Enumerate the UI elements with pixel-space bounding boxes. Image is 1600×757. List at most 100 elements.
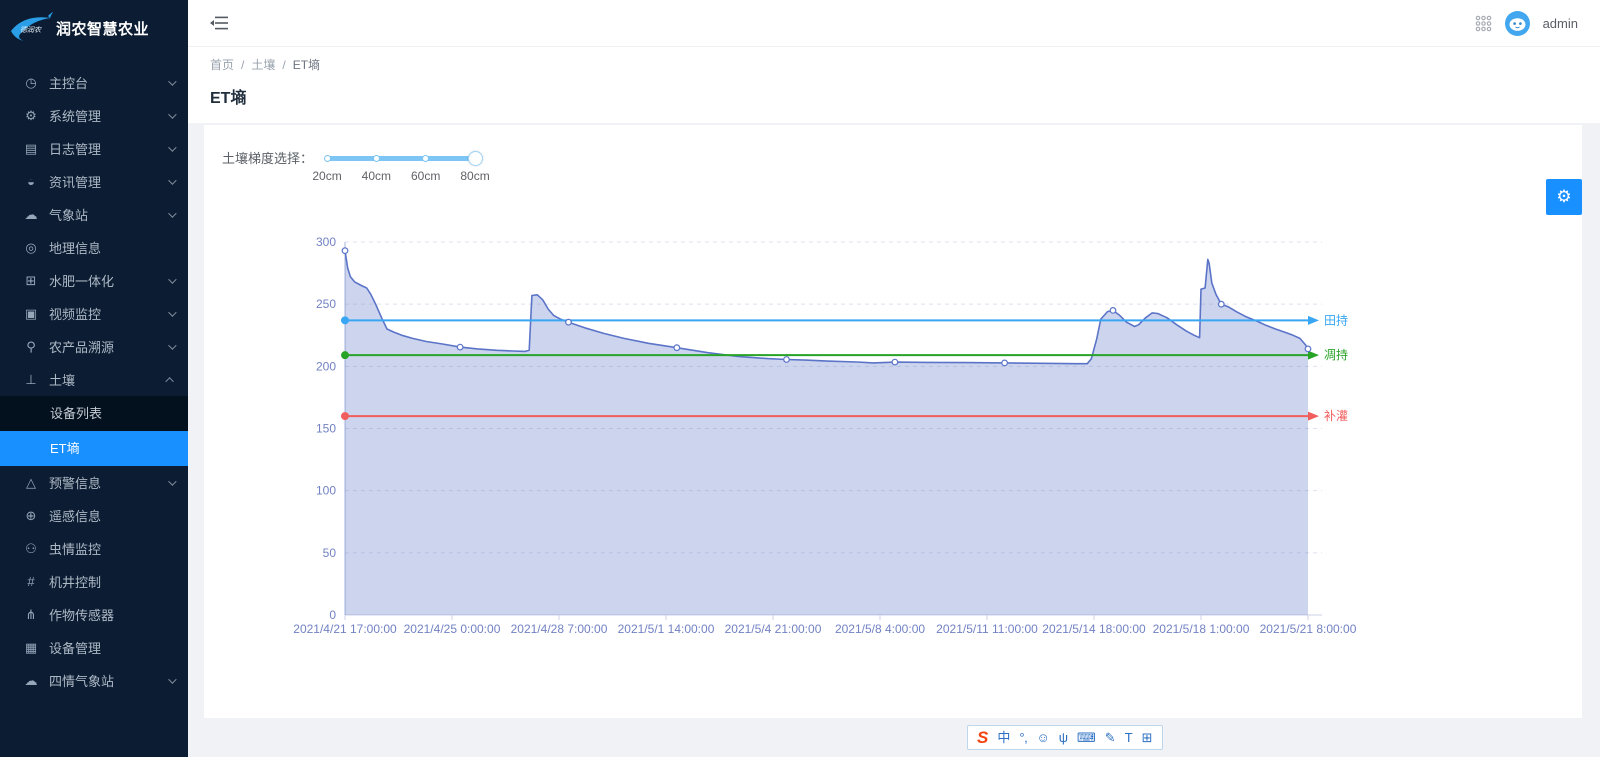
sidebar-item-9[interactable]: ⊥ 土壤	[0, 363, 188, 396]
pest-monitor-icon: ⚇	[23, 541, 39, 557]
slider-stop[interactable]	[373, 155, 380, 162]
sogou-logo-icon[interactable]: S	[977, 729, 988, 746]
svg-text:2021/5/14 18:00:00: 2021/5/14 18:00:00	[1042, 622, 1146, 636]
top-header: admin	[188, 0, 1600, 47]
sidebar-item-3[interactable]: ◒ 资讯管理	[0, 165, 188, 198]
svg-text:补灌: 补灌	[1324, 409, 1348, 423]
svg-text:100: 100	[316, 484, 336, 498]
sidebar-item-label: 视频监控	[49, 304, 168, 323]
chevron-down-icon	[168, 341, 176, 349]
sidebar-item-16[interactable]: ☁ 四情气象站	[0, 664, 188, 697]
settings-gear-button[interactable]: ⚙	[1546, 179, 1582, 215]
chevron-down-icon	[168, 143, 176, 151]
svg-text:田持: 田持	[1324, 312, 1348, 327]
warning-icon: △	[23, 475, 39, 491]
svg-text:2021/4/28 7:00:00: 2021/4/28 7:00:00	[511, 622, 608, 636]
slider-mark-label: 40cm	[354, 169, 398, 183]
device-manage-icon: ▦	[23, 640, 39, 656]
sidebar-item-5[interactable]: ◎地理信息	[0, 231, 188, 264]
sidebar-item-label: 四情气象站	[49, 671, 168, 690]
geo-info-icon: ◎	[23, 240, 39, 256]
svg-text:2021/5/21 8:00:00: 2021/5/21 8:00:00	[1260, 622, 1357, 636]
soil-depth-slider[interactable]: 20cm40cm60cm80cm	[327, 156, 475, 196]
breadcrumb-item-0[interactable]: 首页	[210, 56, 234, 73]
soil-depth-control: 土壤梯度选择： 20cm40cm60cm80cm	[222, 151, 475, 196]
chevron-down-icon	[168, 110, 176, 118]
sidebar-item-13[interactable]: #机井控制	[0, 565, 188, 598]
slider-handle[interactable]	[468, 151, 483, 166]
sidebar-item-7[interactable]: ▣视频监控	[0, 297, 188, 330]
well-control-icon: #	[23, 574, 39, 589]
emoji-icon[interactable]: ☺	[1036, 731, 1049, 744]
skin-icon[interactable]: T	[1125, 731, 1133, 744]
breadcrumb-item-1[interactable]: 土壤	[251, 56, 275, 73]
slider-label: 土壤梯度选择：	[222, 151, 313, 167]
sidebar-item-0[interactable]: ◷主控台	[0, 66, 188, 99]
keyboard-icon[interactable]: ⌨	[1077, 731, 1096, 744]
content-card: 0501001502002503002021/4/21 17:00:002021…	[204, 125, 1582, 718]
sidebar-item-1[interactable]: ⚙系统管理	[0, 99, 188, 132]
toolbox-icon[interactable]: ⊞	[1142, 731, 1153, 744]
sidebar-item-4[interactable]: ☁气象站	[0, 198, 188, 231]
chevron-down-icon	[168, 176, 176, 184]
sidebar-subitem-设备列表[interactable]: 设备列表	[0, 396, 188, 431]
sidebar-item-6[interactable]: ⊞水肥一体化	[0, 264, 188, 297]
sidebar-menu: ◷主控台⚙系统管理 ▤ 日志管理 ◒ 资讯管理 ☁气象站◎地理信息⊞水肥一体化▣视频监控⚲…	[0, 56, 188, 697]
breadcrumb-separator: /	[241, 58, 244, 72]
sidebar-item-label: 主控台	[49, 73, 168, 92]
voice-icon[interactable]: ψ	[1059, 731, 1068, 744]
handwriting-icon[interactable]: ✎	[1105, 731, 1116, 744]
sidebar-item-label: 资讯管理	[49, 172, 168, 191]
et-chart: 0501001502002503002021/4/21 17:00:002021…	[204, 125, 1582, 718]
breadcrumb-section: 首页/土壤/ET墒 ET墒	[188, 47, 1600, 123]
sidebar-item-11[interactable]: ⊕遥感信息	[0, 499, 188, 532]
sidebar-item-10[interactable]: △预警信息	[0, 466, 188, 499]
slider-track[interactable]	[327, 156, 475, 161]
svg-text:德润农: 德润农	[20, 26, 42, 34]
slider-mark-label: 60cm	[404, 169, 448, 183]
apps-grid-icon[interactable]	[1475, 15, 1492, 32]
sidebar-item-label: 农产品溯源	[49, 337, 168, 356]
sidebar-item-2[interactable]: ▤ 日志管理	[0, 132, 188, 165]
sidebar-item-label: 系统管理	[49, 106, 168, 125]
avatar[interactable]	[1505, 11, 1530, 36]
four-weather-icon: ☁	[23, 673, 39, 689]
chevron-down-icon	[168, 477, 176, 485]
svg-text:2021/4/25 0:00:00: 2021/4/25 0:00:00	[404, 622, 501, 636]
sidebar-subitem-ET墒[interactable]: ET墒	[0, 431, 188, 466]
slider-stop[interactable]	[324, 155, 331, 162]
sidebar-item-label: 虫情监控	[49, 539, 174, 558]
weather-station-icon: ☁	[23, 207, 39, 223]
soil-icon: ⊥	[23, 372, 39, 388]
svg-text:2021/4/21 17:00:00: 2021/4/21 17:00:00	[293, 622, 397, 636]
chevron-down-icon	[168, 209, 176, 217]
slider-mark-label: 20cm	[305, 169, 349, 183]
logo-swoosh-icon: 德润农	[8, 11, 54, 45]
log-icon: ▤	[23, 141, 39, 157]
svg-text:2021/5/1 14:00:00: 2021/5/1 14:00:00	[618, 622, 715, 636]
sidebar-item-label: 设备管理	[49, 638, 174, 657]
svg-text:50: 50	[323, 546, 337, 560]
menu-fold-icon[interactable]	[210, 16, 228, 30]
username[interactable]: admin	[1543, 16, 1578, 31]
chevron-down-icon	[168, 308, 176, 316]
news-icon: ◒	[23, 174, 39, 189]
page-title: ET墒	[210, 84, 1578, 108]
crop-sensor-icon: ⋔	[23, 607, 39, 623]
punctuation-icon[interactable]: °‚	[1019, 731, 1027, 744]
ime-toolbar: S中 °‚ ☺ ψ ⌨ ✎ T ⊞	[967, 725, 1163, 750]
sidebar-item-15[interactable]: ▦ 设备管理	[0, 631, 188, 664]
chevron-down-icon	[168, 77, 176, 85]
slider-mark-label: 80cm	[453, 169, 497, 183]
sidebar-item-label: 土壤	[49, 370, 168, 389]
svg-text:2021/5/18 1:00:00: 2021/5/18 1:00:00	[1153, 622, 1250, 636]
sidebar-item-12[interactable]: ⚇ 虫情监控	[0, 532, 188, 565]
svg-text:2021/5/4 21:00:00: 2021/5/4 21:00:00	[725, 622, 822, 636]
sidebar-item-14[interactable]: ⋔作物传感器	[0, 598, 188, 631]
gear-icon: ⚙	[1556, 187, 1571, 207]
sidebar-item-label: 遥感信息	[49, 506, 174, 525]
main-area: admin 首页/土壤/ET墒 ET墒	[188, 0, 1600, 123]
sidebar-item-8[interactable]: ⚲农产品溯源	[0, 330, 188, 363]
sidebar-item-label: 日志管理	[49, 139, 168, 158]
chinese-mode-icon[interactable]: 中	[997, 731, 1010, 744]
